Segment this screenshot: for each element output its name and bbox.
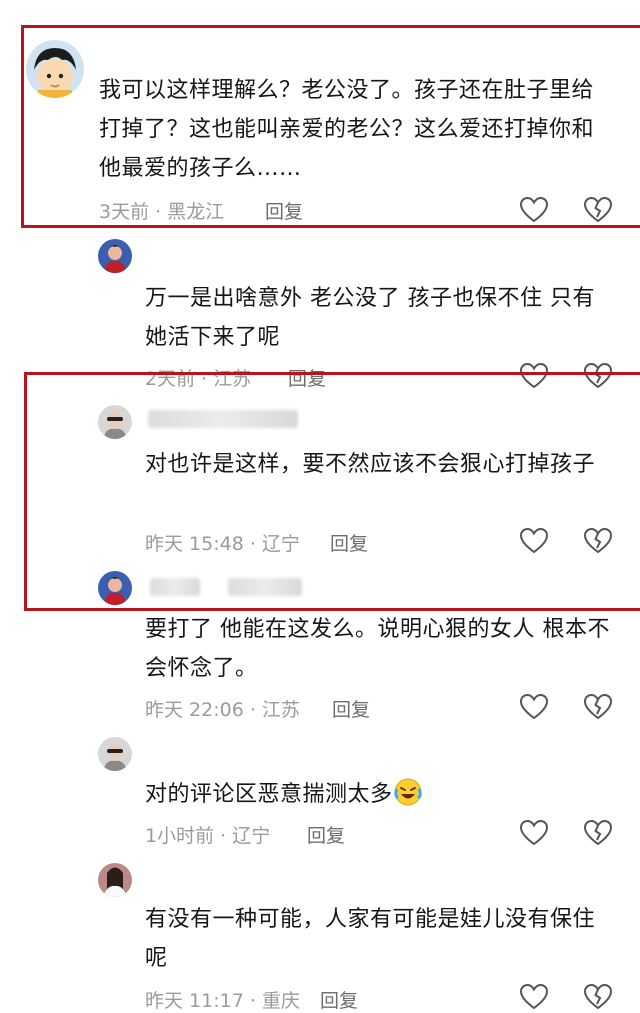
reply-button[interactable]: 回复 — [320, 986, 358, 1013]
reply-button[interactable]: 回复 — [265, 197, 303, 224]
broken-heart-icon[interactable] — [583, 692, 613, 722]
comment-time-location: 昨天 22:06 · 江苏 — [145, 699, 300, 721]
heart-outline-icon[interactable] — [519, 982, 549, 1012]
comment-text: 对也许是这样，要不然应该不会狠心打掉孩子 — [145, 452, 596, 477]
heart-outline-icon[interactable] — [519, 361, 549, 391]
broken-heart-icon[interactable] — [583, 818, 613, 848]
broken-heart-icon[interactable] — [583, 361, 613, 391]
reply-button[interactable]: 回复 — [288, 364, 326, 391]
avatar[interactable] — [98, 405, 132, 439]
heart-outline-icon[interactable] — [519, 692, 549, 722]
avatar[interactable] — [98, 571, 132, 605]
comment-time-location: 1小时前 · 辽宁 — [145, 825, 271, 847]
reply-button[interactable]: 回复 — [332, 695, 370, 722]
comment-text-content: 对的评论区恶意揣测太多 — [145, 782, 393, 807]
comment-time-location: 3天前 · 黑龙江 — [99, 201, 225, 223]
avatar[interactable] — [98, 737, 132, 771]
broken-heart-icon[interactable] — [583, 526, 613, 556]
heart-outline-icon[interactable] — [519, 195, 549, 225]
heart-outline-icon[interactable] — [519, 818, 549, 848]
broken-heart-icon[interactable] — [583, 982, 613, 1012]
reply-button[interactable]: 回复 — [330, 529, 368, 556]
avatar[interactable] — [98, 239, 132, 273]
comment-time-location: 2天前 · 江苏 — [145, 368, 252, 390]
comment-text: 对的评论区恶意揣测太多 — [145, 775, 615, 814]
comment-text: 我可以这样理解么？老公没了。孩子还在肚子里给打掉了？这也能叫亲爱的老公？这么爱还… — [99, 78, 595, 181]
avatar[interactable] — [26, 40, 84, 98]
comment-time-location: 昨天 11:17 · 重庆 — [145, 990, 300, 1012]
username-blurred — [148, 410, 298, 428]
username-blurred — [228, 578, 302, 596]
laughing-crying-emoji-icon — [393, 777, 423, 807]
username-blurred — [150, 578, 200, 596]
broken-heart-icon[interactable] — [583, 195, 613, 225]
comment-text: 要打了 他能在这发么。说明心狠的女人 根本不会怀念了。 — [145, 617, 610, 681]
reply-button[interactable]: 回复 — [307, 821, 345, 848]
comment-text: 万一是出啥意外 老公没了 孩子也保不住 只有她活下来了呢 — [145, 286, 595, 350]
comment-text: 有没有一种可能，人家有可能是娃儿没有保住呢 — [145, 907, 596, 971]
heart-outline-icon[interactable] — [519, 526, 549, 556]
comment-time-location: 昨天 15:48 · 辽宁 — [145, 533, 300, 555]
avatar[interactable] — [98, 863, 132, 897]
